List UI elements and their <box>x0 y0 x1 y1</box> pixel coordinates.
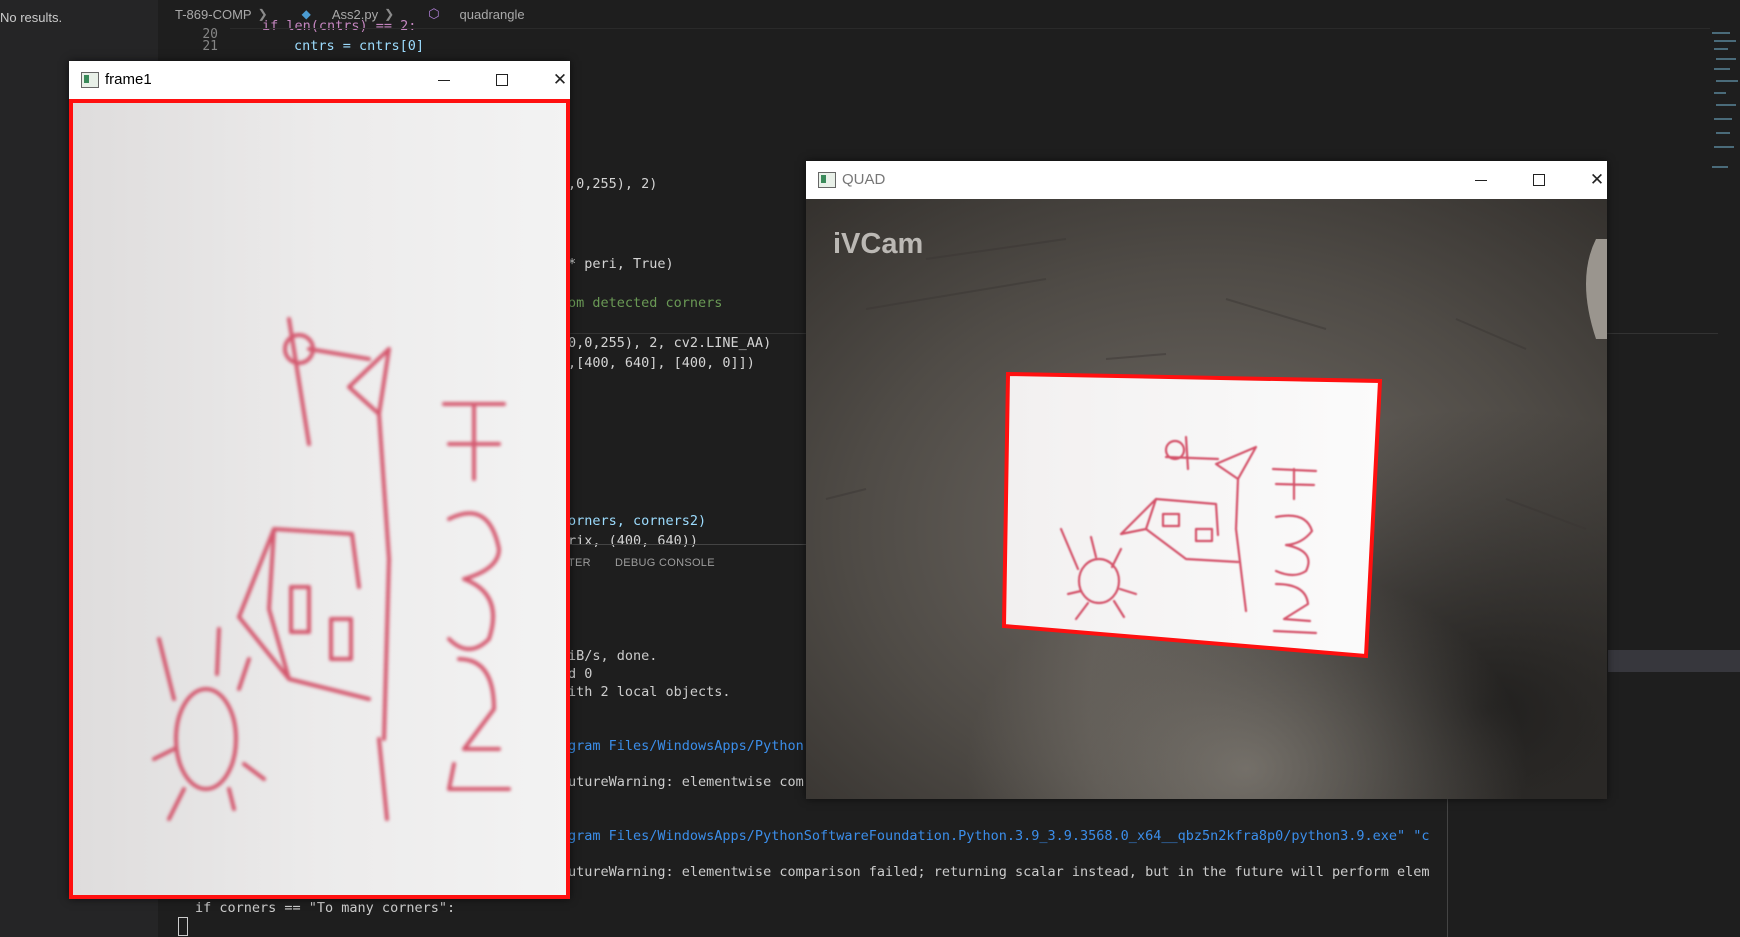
terminal-line: d 0 <box>568 666 593 682</box>
window-titlebar[interactable]: QUAD ✕ <box>806 161 1607 199</box>
close-button[interactable]: ✕ <box>1574 165 1620 195</box>
minimap[interactable] <box>1710 28 1740 178</box>
ivcam-watermark: iVCam <box>833 228 923 260</box>
frame1-image <box>69 99 570 899</box>
quad-window[interactable]: QUAD ✕ iVCam <box>806 161 1607 799</box>
divider <box>230 28 1710 29</box>
window-title: frame1 <box>105 71 152 88</box>
camera-frame: iVCam <box>806 199 1607 799</box>
minimize-button[interactable] <box>421 65 467 95</box>
breadcrumb-symbol-label: quadrangle <box>459 6 525 22</box>
close-button[interactable]: ✕ <box>537 65 583 95</box>
code-fragment: * peri, True) <box>568 256 674 272</box>
line-number: 21 <box>202 39 218 54</box>
quad-camera-image: iVCam <box>806 199 1607 799</box>
code-fragment: ,[400, 640], [400, 0]]) <box>568 355 755 371</box>
tab-debug-console[interactable]: DEBUG CONSOLE <box>615 557 715 569</box>
code-fragment: rix, (400, 640)) <box>568 533 699 549</box>
cube-icon: ⬡ <box>428 6 440 21</box>
breadcrumb-symbol[interactable]: ⬡ quadrangle <box>411 6 524 22</box>
app-icon <box>818 172 836 188</box>
terminal-path-link[interactable]: gram Files/WindowsApps/PythonSoftwareFou… <box>568 828 1430 844</box>
tab-terminal[interactable]: TER <box>568 557 591 569</box>
no-results-text: No results. <box>0 10 63 25</box>
window-titlebar[interactable]: frame1 ✕ <box>69 61 570 99</box>
window-title: QUAD <box>842 171 886 188</box>
code-fragment: 0,0,255), 2, cv2.LINE_AA) <box>568 335 772 351</box>
code-comment: om detected corners <box>568 295 723 311</box>
warped-drawing-image <box>69 99 570 899</box>
frame1-window[interactable]: frame1 ✕ <box>69 61 570 899</box>
code-fragment: orners, corners2) <box>568 513 707 529</box>
minimize-button[interactable] <box>1458 165 1504 195</box>
maximize-button[interactable] <box>479 65 525 95</box>
terminal-cursor <box>178 917 188 936</box>
terminal-line: iB/s, done. <box>568 648 658 664</box>
terminal-path-link[interactable]: gram Files/WindowsApps/Python <box>568 738 804 754</box>
maximize-button[interactable] <box>1516 165 1562 195</box>
breadcrumb-folder[interactable]: T-869-COMP <box>175 7 252 22</box>
selected-row[interactable] <box>1608 650 1740 672</box>
terminal-line: utureWarning: elementwise com <box>568 774 804 790</box>
terminal-line: utureWarning: elementwise comparison fai… <box>568 864 1430 880</box>
terminal-line: ith 2 local objects. <box>568 684 731 700</box>
code-line-21: cntrs = cntrs[0] <box>294 38 425 54</box>
code-fragment: ,0,255), 2) <box>568 176 658 192</box>
code-line-20: if len(cntrs) == 2: <box>262 18 417 34</box>
terminal-line: if corners == "To many corners": <box>195 900 456 916</box>
app-icon <box>81 72 99 88</box>
